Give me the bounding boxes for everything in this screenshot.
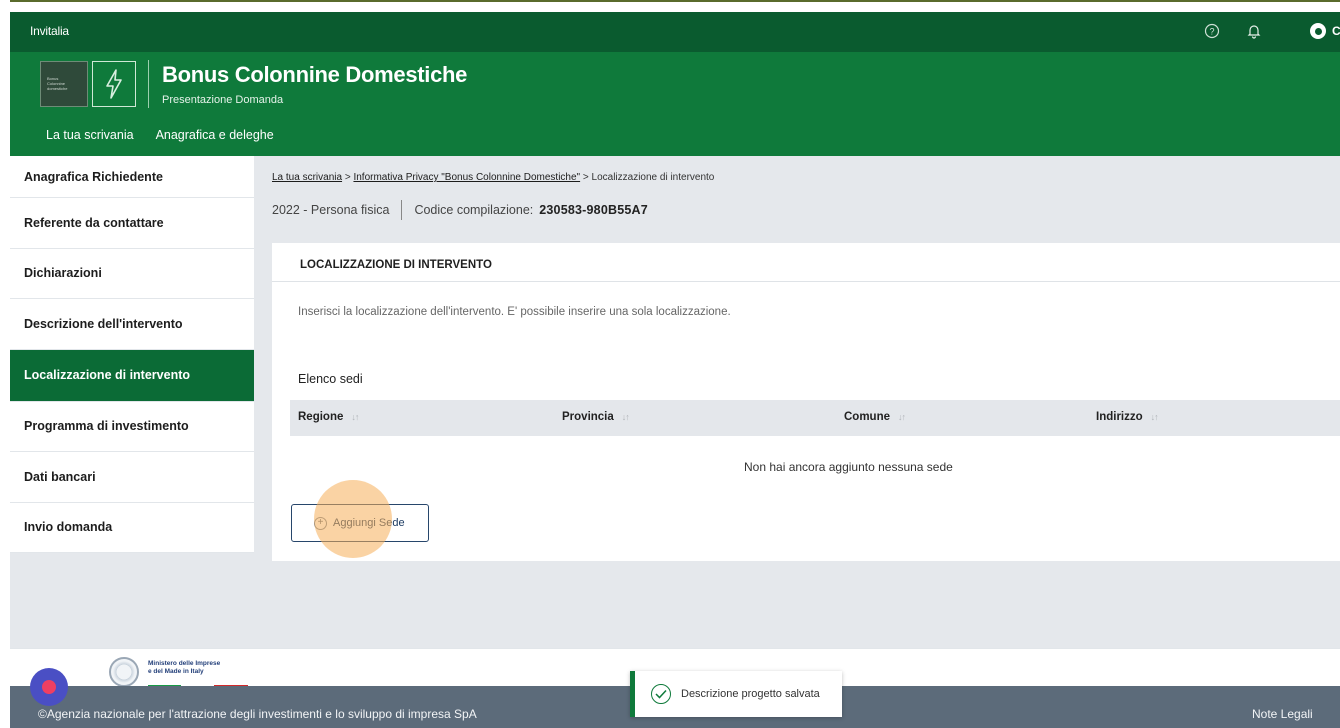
column-provincia[interactable]: Provincia ↓↑ [562,411,630,423]
nav-anagrafica-deleghe[interactable]: Anagrafica e deleghe [156,128,274,142]
localization-card: LOCALIZZAZIONE DI INTERVENTO Inserisci l… [272,243,1340,561]
breadcrumb: La tua scrivania > Informativa Privacy "… [272,172,714,183]
lightning-bolt-icon [92,61,136,107]
question-circle-icon[interactable]: ? [1202,21,1222,41]
column-label: Provincia [562,411,614,423]
sidebar-item-invio-domanda[interactable]: Invio domanda [10,503,254,553]
logo-line: domestiche [47,86,68,91]
bell-icon[interactable] [1244,21,1264,41]
section-title: LOCALIZZAZIONE DI INTERVENTO [300,259,492,271]
main-nav: La tua scrivania Anagrafica e deleghe [46,128,274,142]
user-name: Cla [1332,24,1340,38]
add-sede-button[interactable]: + Aggiungi Sede [291,504,429,542]
section-divider [272,281,1340,282]
column-regione[interactable]: Regione ↓↑ [298,411,359,423]
toast-notification: Descrizione progetto salvata [630,671,842,717]
list-label: Elenco sedi [298,372,363,386]
italian-republic-emblem-icon [109,657,139,687]
sort-icon[interactable]: ↓↑ [351,412,359,422]
sidebar-item-dichiarazioni[interactable]: Dichiarazioni [10,249,254,299]
sidebar-item-dati-bancari[interactable]: Dati bancari [10,452,254,503]
breadcrumb-link-privacy[interactable]: Informativa Privacy "Bonus Colonnine Dom… [353,172,580,183]
app-title: Bonus Colonnine Domestiche [162,62,468,87]
toast-message: Descrizione progetto salvata [681,688,820,700]
outer-margin [0,0,10,728]
sidebar-item-descrizione[interactable]: Descrizione dell'intervento [10,299,254,350]
column-comune[interactable]: Comune ↓↑ [844,411,906,423]
ministry-logo[interactable]: Ministero delle Imprese e del Made in It… [148,660,220,676]
sort-icon[interactable]: ↓↑ [1151,412,1159,422]
bonus-logo: Bonus Colonnine domestiche [40,61,88,107]
meta-divider [401,200,403,220]
add-sede-label: Aggiungi Sede [333,517,405,529]
app-subtitle: Presentazione Domanda [162,94,284,106]
sidebar-item-localizzazione[interactable]: Localizzazione di intervento [10,349,254,402]
code-label: Codice compilazione: [414,203,534,217]
plus-circle-icon: + [314,516,327,530]
empty-message: Non hai ancora aggiunto nessuna sede [744,460,953,474]
column-indirizzo[interactable]: Indirizzo ↓↑ [1096,411,1159,423]
sort-icon[interactable]: ↓↑ [898,412,906,422]
brand-name[interactable]: Invitalia [30,24,69,38]
code-value: 230583-980B55A7 [539,203,648,217]
column-label: Indirizzo [1096,411,1143,423]
work-area: Anagrafica Richiedente Referente da cont… [10,156,1340,686]
header-divider [148,60,149,108]
footer-copyright: ©Agenzia nazionale per l'attrazione degl… [38,707,477,721]
column-label: Comune [844,411,890,423]
breadcrumb-separator: > [344,172,351,183]
user-menu[interactable]: Cla [1310,23,1340,39]
breadcrumb-current: Localizzazione di intervento [591,172,715,183]
section-info: Inserisci la localizzazione dell'interve… [298,306,731,318]
svg-text:?: ? [1209,26,1214,36]
year-type: 2022 - Persona fisica [272,203,390,217]
sidebar-item-programma[interactable]: Programma di investimento [10,402,254,452]
application-meta: 2022 - Persona fisica Codice compilazion… [272,200,648,220]
top-bar: Invitalia ? Cla [10,12,1340,52]
table-header: Regione ↓↑ Provincia ↓↑ Comune ↓↑ Indiri… [290,400,1340,436]
sort-icon[interactable]: ↓↑ [622,412,630,422]
breadcrumb-link-scrivania[interactable]: La tua scrivania [272,172,342,183]
sidebar-item-referente[interactable]: Referente da contattare [10,198,254,249]
user-avatar-icon [1310,23,1326,39]
column-label: Regione [298,411,344,423]
ministry-line: Ministero delle Imprese [148,660,221,667]
chat-widget-icon[interactable] [30,668,68,706]
nav-la-tua-scrivania[interactable]: La tua scrivania [46,128,134,142]
ministry-line: e del Made in Italy [148,668,204,675]
sidebar: Anagrafica Richiedente Referente da cont… [10,156,254,553]
check-circle-icon [651,684,671,704]
app-header: Bonus Colonnine domestiche Bonus Colonni… [10,52,1340,156]
breadcrumb-separator: > [582,172,589,183]
sidebar-item-anagrafica-richiedente[interactable]: Anagrafica Richiedente [10,156,254,198]
note-legali-link[interactable]: Note Legali [1252,707,1313,721]
